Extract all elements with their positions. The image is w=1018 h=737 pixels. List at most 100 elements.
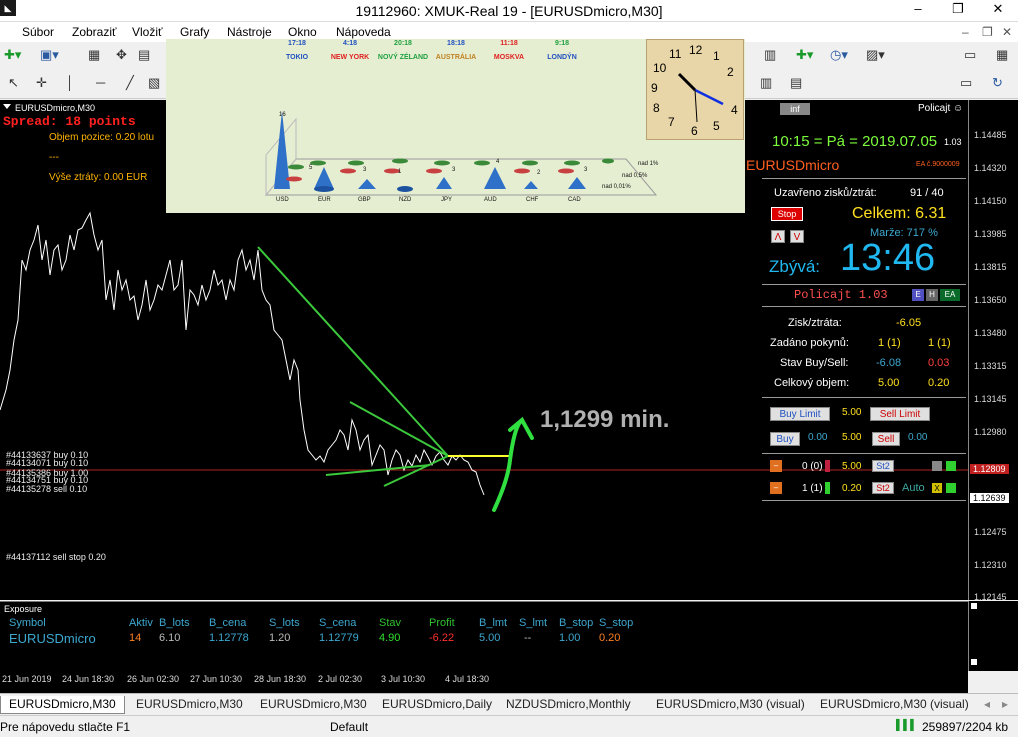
st2-button[interactable]: St2 — [872, 460, 894, 472]
position-volume: Objem pozice: 0.20 lotu — [49, 132, 155, 143]
stop-button[interactable]: Stop — [771, 207, 803, 221]
buy-limit-button[interactable]: Buy Limit — [770, 407, 830, 421]
order-label[interactable]: #44135278 sell 0.10 — [6, 484, 87, 494]
cursor-icon[interactable]: ↖ — [8, 75, 19, 91]
st2-button[interactable]: St2 — [872, 482, 894, 494]
exp-b-lmt: 5.00 — [479, 632, 501, 644]
tabs-scroll-right[interactable]: ▸ — [994, 696, 1016, 714]
exp-s-stop: 0.20 — [599, 632, 621, 644]
tab-chart[interactable]: EURUSDmicro,M30 (visual) — [648, 696, 813, 714]
profiles-icon[interactable]: ▣▾ — [40, 47, 59, 63]
new-chart-icon[interactable]: ✚▾ — [4, 47, 21, 63]
refresh-icon[interactable]: ↻ — [992, 75, 1003, 91]
legend-label: nad 0,5% — [622, 173, 648, 179]
col-stav: Stav — [379, 617, 402, 629]
exp-profit: -6.22 — [429, 632, 455, 644]
cone-eur — [314, 167, 334, 189]
row1-check[interactable] — [932, 461, 942, 471]
menu-napoveda[interactable]: Nápoveda — [336, 25, 391, 39]
menu-okno[interactable]: Okno — [288, 25, 317, 39]
tester-icon[interactable]: ▥ — [764, 47, 776, 63]
celkem-label: Celkem: 6.31 — [852, 205, 947, 222]
periods-icon[interactable]: ◷▾ — [830, 47, 848, 63]
scale-marker — [971, 659, 977, 665]
terminal-icon[interactable]: ▤ — [138, 47, 150, 63]
close-button[interactable]: ✕ — [978, 0, 1018, 20]
row1-green[interactable] — [946, 461, 956, 471]
svg-text:1: 1 — [713, 49, 720, 63]
horizontal-line-icon[interactable]: ─ — [96, 75, 105, 90]
cone-jpy — [436, 177, 452, 189]
svg-text:2: 2 — [727, 65, 734, 79]
cone-value: 3 — [452, 167, 456, 173]
e-button[interactable]: E — [912, 289, 924, 301]
row2-x[interactable]: X — [932, 483, 942, 493]
tab-chart[interactable]: NZDUSDmicro,Monthly — [498, 696, 639, 714]
chart-window-icon[interactable]: ▭ — [964, 47, 976, 63]
price-tick: 1.12980 — [974, 427, 1007, 437]
child-restore-button[interactable]: ❐ — [982, 25, 993, 39]
price-tick: 1.13315 — [974, 361, 1007, 371]
child-minimize-button[interactable]: – — [962, 25, 969, 39]
price-tick: 1.13650 — [974, 295, 1007, 305]
menu-nastroje[interactable]: Nástroje — [227, 25, 272, 39]
sell-stop-label[interactable]: #44137112 sell stop 0.20 — [6, 552, 106, 562]
menu-grafy[interactable]: Grafy — [180, 25, 209, 39]
minus-button[interactable]: – — [770, 482, 782, 494]
ea-button[interactable]: EA — [940, 289, 960, 301]
auto-label[interactable]: Auto — [902, 482, 925, 494]
order-label[interactable]: #44134071 buy 0.10 — [6, 458, 88, 468]
zisk-value: -6.05 — [896, 317, 922, 329]
title-bar: ◣ 19112960: XMUK-Real 19 - [EURUSDmicro,… — [0, 0, 1018, 22]
window-list-icon[interactable]: ▭ — [960, 75, 972, 91]
chart-tabs: EURUSDmicro,M30 EURUSDmicro,M30 EURUSDmi… — [0, 693, 1018, 715]
bid-price-tag: 1.12639 — [970, 493, 1009, 503]
row1-count: 0 (0) — [802, 461, 823, 472]
channel-icon[interactable]: ▧ — [148, 75, 160, 91]
chart-tile-icon[interactable]: ▦ — [996, 47, 1008, 63]
sell-limit-button[interactable]: Sell Limit — [870, 407, 930, 421]
chart-menu-icon[interactable] — [3, 104, 11, 109]
cone-nzd — [397, 186, 413, 192]
cone-value: 1 — [398, 169, 402, 175]
minus-button[interactable]: – — [770, 460, 782, 472]
tab-chart[interactable]: EURUSDmicro,M30 (visual) — [812, 696, 977, 714]
buy-button[interactable]: Buy — [770, 432, 800, 446]
trendline-icon[interactable]: ╱ — [126, 75, 134, 91]
exp-symbol: EURUSDmicro — [9, 631, 96, 646]
sell-button[interactable]: Sell — [872, 432, 900, 446]
exp-b-stop: 1.00 — [559, 632, 581, 644]
text-icon[interactable]: ▤ — [790, 75, 802, 91]
h-button[interactable]: H — [926, 289, 938, 301]
navigator-icon[interactable]: ✥ — [116, 47, 127, 63]
tab-chart[interactable]: EURUSDmicro,Daily — [374, 696, 500, 714]
indicators-icon[interactable]: ✚▾ — [796, 47, 813, 63]
policajt-version: Policajt 1.03 — [794, 288, 888, 302]
minimize-button[interactable]: – — [898, 0, 938, 20]
row2-green[interactable] — [946, 483, 956, 493]
tab-chart[interactable]: EURUSDmicro,M30 — [128, 696, 251, 714]
exp-b-cena: 1.12778 — [209, 632, 249, 644]
down-toggle-button[interactable]: V — [790, 230, 804, 243]
tab-chart[interactable]: EURUSDmicro,M30 — [0, 696, 125, 714]
exp-b-lots: 6.10 — [159, 632, 181, 644]
fibo-icon[interactable]: ▥ — [760, 75, 772, 91]
maximize-button[interactable]: ❐ — [938, 0, 978, 20]
menu-zobrazit[interactable]: Zobraziť — [72, 25, 117, 39]
time-tick: 21 Jun 2019 — [2, 674, 52, 684]
up-toggle-button[interactable]: Λ — [771, 230, 785, 243]
col-s-lots: S_lots — [269, 617, 300, 629]
cone-cad — [568, 177, 586, 189]
menu-vlozit[interactable]: Vložiť — [132, 25, 163, 39]
svg-text:5: 5 — [713, 119, 720, 133]
menu-subor[interactable]: Súbor — [22, 25, 54, 39]
templates-icon[interactable]: ▨▾ — [866, 47, 885, 63]
vertical-line-icon[interactable]: │ — [66, 75, 74, 90]
divider — [762, 284, 966, 285]
info-button[interactable]: inf — [780, 103, 810, 115]
tab-chart[interactable]: EURUSDmicro,M30 — [252, 696, 375, 714]
market-watch-icon[interactable]: ▦ — [88, 47, 100, 63]
child-close-button[interactable]: ✕ — [1002, 25, 1012, 39]
stav-sell: 0.03 — [928, 357, 950, 369]
crosshair-icon[interactable]: ✛ — [36, 75, 47, 91]
